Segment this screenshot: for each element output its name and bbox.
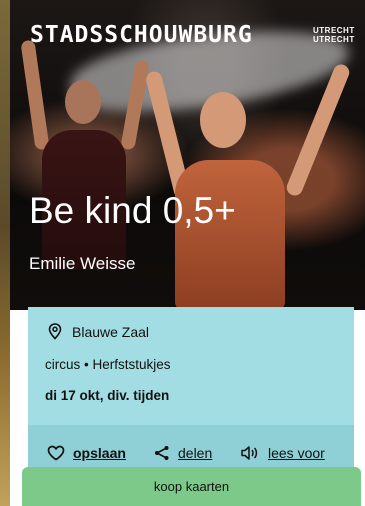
logo-subtitle-line: UTRECHT [313,35,355,44]
performer-1-arm [20,39,50,151]
venue-row: Blauwe Zaal [48,323,149,340]
show-dates: di 17 okt, div. tijden [45,388,170,403]
genre-tags: circus • Herfststukjes [45,357,171,372]
location-pin-icon [48,323,62,340]
buy-tickets-label: koop kaarten [153,479,230,494]
show-title: Be kind 0,5+ [29,190,236,231]
site-logo[interactable]: STADSSCHOUWBURG [30,22,253,48]
info-card: Blauwe Zaal circus • Herfststukjes di 17… [28,307,354,425]
read-aloud-button[interactable]: lees voor [240,445,325,461]
save-button[interactable]: opslaan [47,445,126,461]
performer-2-body [175,160,285,310]
save-label: opslaan [73,445,126,461]
heart-icon [47,445,65,461]
share-button[interactable]: delen [154,445,212,461]
performer-name: Emilie Weisse [29,254,136,273]
performer-2-head [200,92,246,148]
logo-subtitle: UTRECHT UTRECHT [313,26,355,44]
share-label: delen [178,445,213,461]
performer-1-head [65,80,101,124]
speaker-icon [241,446,258,460]
share-icon [155,446,169,460]
background-edge [0,0,18,506]
venue-name: Blauwe Zaal [72,323,150,340]
logo-subtitle-line: UTRECHT [313,26,355,35]
buy-tickets-button[interactable]: koop kaarten [22,467,361,506]
read-aloud-label: lees voor [268,445,325,461]
